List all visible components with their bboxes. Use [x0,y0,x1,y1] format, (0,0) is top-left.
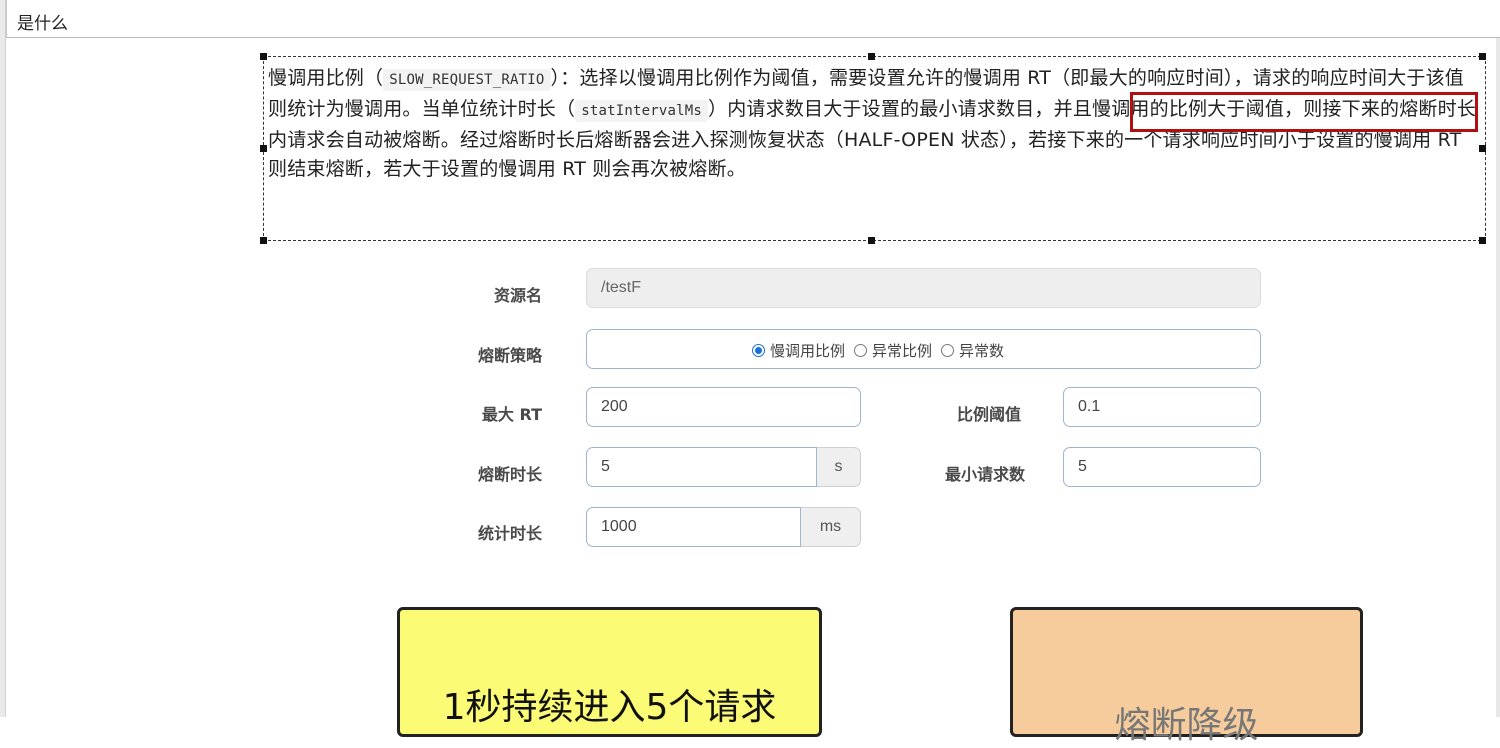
requests-card-text: 1秒持续进入5个请求 [442,687,777,728]
strategy-radio-group: 慢调用比例 异常比例 异常数 [586,329,1261,369]
break-time-label: 熔断时长 [477,465,542,484]
stat-duration-input[interactable]: 1000 [586,507,801,547]
window-left-edge [0,0,6,717]
stat-duration-unit: ms [801,507,861,547]
break-time-unit: s [817,447,861,487]
radio-option-exception-count[interactable]: 异常数 [941,340,1004,361]
max-rt-input[interactable]: 200 [586,387,861,427]
radio-option-slow-ratio[interactable]: 慢调用比例 [752,340,845,361]
min-requests-label: 最小请求数 [944,465,1025,484]
radio-label: 慢调用比例 [770,342,846,360]
resource-input[interactable]: /testF [586,268,1261,308]
ratio-threshold-label: 比例阈值 [956,405,1021,424]
resize-handle-middle-right[interactable] [1479,145,1486,152]
resource-label: 资源名 [493,286,542,305]
window-right-edge [1496,38,1500,717]
radio-option-exception-ratio[interactable]: 异常比例 [854,340,932,361]
resize-handle-bottom-left[interactable] [260,237,267,244]
requests-card: 1秒持续进入5个请求 [397,607,822,737]
circuit-break-card-text: 熔断降级 [1114,705,1259,746]
radio-unchecked-icon[interactable] [941,344,955,357]
stat-duration-label: 统计时长 [477,524,542,543]
radio-label: 异常数 [959,342,1005,360]
strategy-label: 熔断策略 [477,346,542,365]
resize-handle-top-right[interactable] [1479,53,1486,60]
resize-handle-bottom-right[interactable] [1479,237,1486,244]
min-requests-input[interactable]: 5 [1063,447,1261,487]
resize-handle-bottom-center[interactable] [868,237,875,244]
ratio-threshold-input[interactable]: 0.1 [1063,387,1261,427]
resize-handle-top-left[interactable] [260,53,267,60]
code-stat-interval: statIntervalMs [575,100,709,122]
description-text-1: 慢调用比例（ [268,67,384,89]
radio-label: 异常比例 [872,342,933,360]
code-slow-request-ratio: SLOW_REQUEST_RATIO [383,69,551,91]
radio-unchecked-icon[interactable] [854,344,868,357]
radio-checked-icon[interactable] [752,344,765,357]
break-time-input[interactable]: 5 [586,447,817,487]
circuit-break-card: 熔断降级 [1010,607,1363,746]
resize-handle-middle-left[interactable] [260,145,267,152]
red-highlight-annotation [1130,92,1478,132]
heading-bar: 是什么 [6,0,1500,38]
max-rt-label: 最大 RT [481,405,542,424]
resize-handle-top-center[interactable] [868,53,875,60]
page-title: 是什么 [17,14,68,34]
